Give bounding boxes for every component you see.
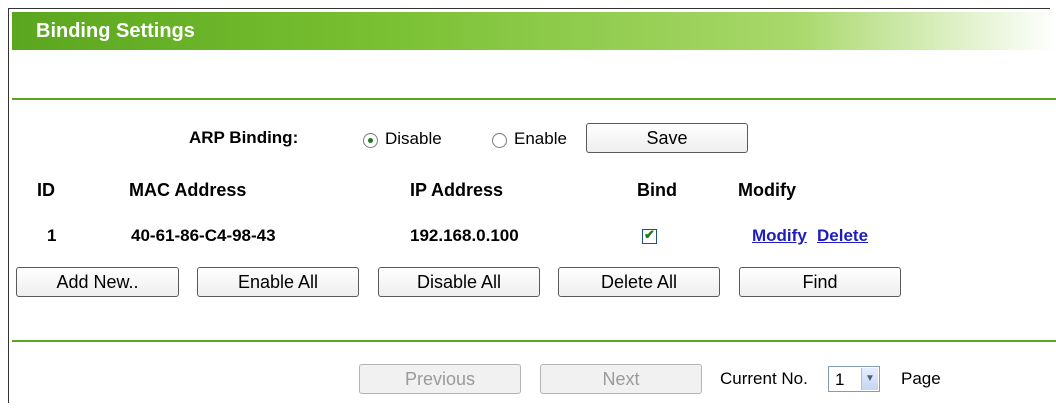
delete-all-button[interactable]: Delete All xyxy=(558,267,720,297)
current-no-label: Current No. xyxy=(720,369,808,388)
arp-disable-radio[interactable] xyxy=(363,133,378,148)
checkmark-icon: ✔ xyxy=(644,227,655,242)
col-header-modify: Modify xyxy=(738,180,796,200)
enable-all-button[interactable]: Enable All xyxy=(197,267,359,297)
col-header-id: ID xyxy=(37,180,55,200)
save-button[interactable]: Save xyxy=(586,123,748,153)
page-select[interactable]: 1 ▼ xyxy=(828,366,880,392)
window-frame xyxy=(8,8,1050,403)
page-select-value: 1 xyxy=(835,370,845,389)
col-header-mac: MAC Address xyxy=(129,180,247,200)
row-ip: 192.168.0.100 xyxy=(410,226,519,245)
previous-button[interactable]: Previous xyxy=(359,364,521,394)
arp-enable-label: Enable xyxy=(514,129,567,148)
col-header-bind: Bind xyxy=(637,180,677,200)
row-mac: 40-61-86-C4-98-43 xyxy=(131,226,276,245)
divider-bottom xyxy=(12,340,1056,342)
delete-link[interactable]: Delete xyxy=(817,226,868,246)
arp-enable-radio[interactable] xyxy=(492,133,507,148)
row-bind-checkbox[interactable]: ✔ xyxy=(642,227,657,244)
col-header-ip: IP Address xyxy=(410,180,504,200)
add-new-button[interactable]: Add New.. xyxy=(16,267,179,297)
arp-disable-label: Disable xyxy=(385,129,442,148)
page-label: Page xyxy=(901,369,941,388)
divider-top xyxy=(12,98,1056,100)
page-title: Binding Settings xyxy=(36,20,195,42)
row-id: 1 xyxy=(47,226,57,245)
find-button[interactable]: Find xyxy=(739,267,901,297)
section-header: Binding Settings xyxy=(12,12,1056,50)
arp-binding-label: ARP Binding: xyxy=(189,128,299,147)
chevron-down-icon: ▼ xyxy=(861,368,878,390)
next-button[interactable]: Next xyxy=(540,364,702,394)
disable-all-button[interactable]: Disable All xyxy=(378,267,540,297)
modify-link[interactable]: Modify xyxy=(752,226,807,246)
